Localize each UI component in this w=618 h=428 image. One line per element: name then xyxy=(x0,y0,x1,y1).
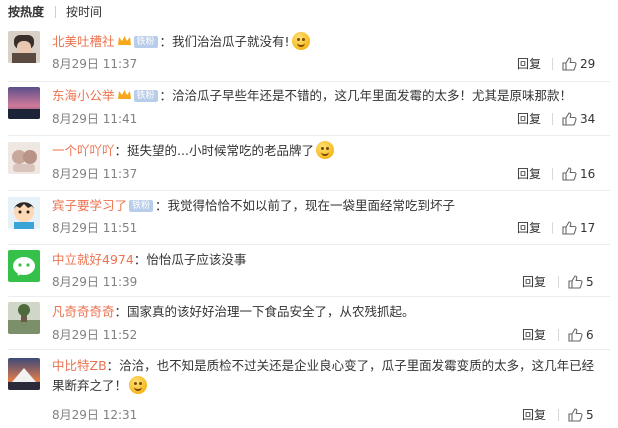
reply-button[interactable]: 回复 xyxy=(517,111,541,127)
fan-badge: 铁粉 xyxy=(133,90,158,102)
comment-item: 北美吐槽社 铁粉 ：我们治治瓜子就没有! 8月29日 11:37 回复 29 xyxy=(0,26,618,82)
like-count: 6 xyxy=(586,328,594,342)
thumbs-up-icon xyxy=(562,57,577,71)
action-divider xyxy=(552,113,553,125)
thumbs-up-icon xyxy=(562,112,577,126)
reply-button[interactable]: 回复 xyxy=(522,274,546,290)
username[interactable]: 宾子要学习了 xyxy=(52,198,127,213)
comment-time: 8月29日 11:52 xyxy=(52,328,138,342)
separator: ： xyxy=(106,358,120,373)
comment-text-row: 宾子要学习了 铁粉 ：我觉得恰恰不如以前了，现在一袋里面经常吃到坏子 xyxy=(52,196,608,216)
fan-badge: 铁粉 xyxy=(129,200,154,212)
comment-content: 怡怡瓜子应该没事 xyxy=(146,252,247,267)
like-count: 29 xyxy=(580,57,596,71)
like-button[interactable]: 34 xyxy=(562,111,595,127)
username[interactable]: 中比特ZB xyxy=(52,358,107,373)
comment-time: 8月29日 11:39 xyxy=(52,275,138,289)
comment-text-row: 北美吐槽社 铁粉 ：我们治治瓜子就没有! xyxy=(52,32,608,52)
action-divider xyxy=(552,222,553,234)
fan-badge: 铁粉 xyxy=(133,36,158,48)
vip-crown-icon xyxy=(117,86,132,99)
avatar[interactable] xyxy=(8,302,40,334)
comment-content: 我觉得恰恰不如以前了，现在一袋里面经常吃到坏子 xyxy=(167,198,456,213)
comment-time: 8月29日 11:37 xyxy=(52,57,138,71)
username[interactable]: 北美吐槽社 xyxy=(52,34,115,49)
comment-time: 8月29日 12:31 xyxy=(52,408,138,422)
tab-by-hot[interactable]: 按热度 xyxy=(8,4,44,20)
action-divider xyxy=(552,58,553,70)
emoji-icon xyxy=(315,141,334,159)
comment-content: 我们治治瓜子就没有! xyxy=(172,34,290,49)
comment-text-row: 东海小公举 铁粉 ：洽洽瓜子早些年还是不错的，这几年里面发霉的太多！尤其是原味那款！ xyxy=(52,86,608,106)
like-count: 16 xyxy=(580,167,596,181)
emoji-icon xyxy=(291,32,310,50)
comment-text-row: 中比特ZB：洽洽，也不知是质检不过关还是企业良心变了，瓜子里面发霉变质的太多，这… xyxy=(52,356,600,396)
emoji-icon xyxy=(129,376,148,394)
tab-divider xyxy=(55,6,56,18)
thumbs-up-icon xyxy=(568,275,583,289)
reply-button[interactable]: 回复 xyxy=(517,166,541,182)
like-button[interactable]: 6 xyxy=(568,327,594,343)
action-divider xyxy=(558,409,559,421)
reply-button[interactable]: 回复 xyxy=(517,220,541,236)
separator: ： xyxy=(159,88,173,103)
comment-text-row: 中立就好4974：怡怡瓜子应该没事 xyxy=(52,250,608,270)
comment-item: 中立就好4974：怡怡瓜子应该没事 8月29日 11:39 回复 5 xyxy=(0,245,618,297)
vip-crown-icon xyxy=(117,32,132,45)
avatar[interactable] xyxy=(8,142,40,174)
reply-button[interactable]: 回复 xyxy=(517,56,541,72)
like-button[interactable]: 17 xyxy=(562,220,595,236)
avatar[interactable] xyxy=(8,250,40,282)
avatar[interactable] xyxy=(8,358,40,390)
comment-time: 8月29日 11:51 xyxy=(52,221,138,235)
reply-button[interactable]: 回复 xyxy=(522,407,546,423)
comment-item: 宾子要学习了 铁粉 ：我觉得恰恰不如以前了，现在一袋里面经常吃到坏子 8月29日 1… xyxy=(0,191,618,245)
thumbs-up-icon xyxy=(562,221,577,235)
action-divider xyxy=(558,276,559,288)
like-count: 17 xyxy=(580,221,596,235)
separator: ： xyxy=(159,34,173,49)
comment-time: 8月29日 11:37 xyxy=(52,167,138,181)
like-button[interactable]: 16 xyxy=(562,166,595,182)
comment-time: 8月29日 11:41 xyxy=(52,112,138,126)
separator: ： xyxy=(114,304,128,319)
thumbs-up-icon xyxy=(562,167,577,181)
like-count: 5 xyxy=(586,275,594,289)
comment-item: 东海小公举 铁粉 ：洽洽瓜子早些年还是不错的，这几年里面发霉的太多！尤其是原味那款！… xyxy=(0,82,618,136)
like-button[interactable]: 5 xyxy=(568,407,594,423)
sort-tabs: 按热度 按时间 xyxy=(0,0,618,26)
comment-content: 国家真的该好好治理一下食品安全了，从农残抓起。 xyxy=(127,304,415,319)
like-count: 34 xyxy=(580,112,596,126)
thumbs-up-icon xyxy=(568,328,583,342)
reply-button[interactable]: 回复 xyxy=(522,327,546,343)
avatar[interactable] xyxy=(8,197,40,229)
username[interactable]: 凡奇奇奇奇 xyxy=(52,304,115,319)
like-count: 5 xyxy=(586,408,594,422)
comment-text-row: 一个吖吖吖：挺失望的...小时候常吃的老品牌了 xyxy=(52,141,608,161)
comment-content: 洽洽瓜子早些年还是不错的，这几年里面发霉的太多！尤其是原味那款！ xyxy=(172,88,573,103)
like-button[interactable]: 5 xyxy=(568,274,594,290)
thumbs-up-icon xyxy=(568,408,583,422)
separator: ： xyxy=(133,252,147,267)
comment-item: 中比特ZB：洽洽，也不知是质检不过关还是企业良心变了，瓜子里面发霉变质的太多，这… xyxy=(0,350,618,428)
comment-item: 凡奇奇奇奇：国家真的该好好治理一下食品安全了，从农残抓起。 8月29日 11:5… xyxy=(0,297,618,350)
action-divider xyxy=(552,168,553,180)
separator: ： xyxy=(155,198,168,213)
avatar[interactable] xyxy=(8,31,40,63)
action-divider xyxy=(558,329,559,341)
comment-content: 挺失望的...小时候常吃的老品牌了 xyxy=(127,143,314,158)
comment-item: 一个吖吖吖：挺失望的...小时候常吃的老品牌了 8月29日 11:37 回复 1… xyxy=(0,136,618,191)
like-button[interactable]: 29 xyxy=(562,56,595,72)
avatar[interactable] xyxy=(8,87,40,119)
username[interactable]: 一个吖吖吖 xyxy=(52,143,115,158)
username[interactable]: 东海小公举 xyxy=(52,88,115,103)
comment-text-row: 凡奇奇奇奇：国家真的该好好治理一下食品安全了，从农残抓起。 xyxy=(52,302,608,322)
username[interactable]: 中立就好4974 xyxy=(52,252,134,267)
tab-by-time[interactable]: 按时间 xyxy=(66,4,102,20)
separator: ： xyxy=(114,143,128,158)
